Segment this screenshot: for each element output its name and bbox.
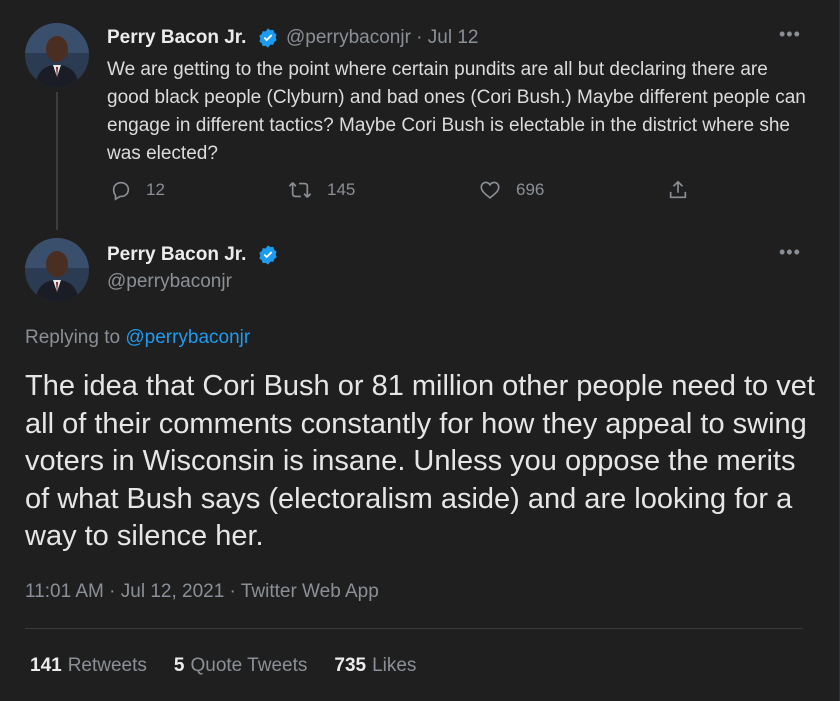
replying-prefix: Replying to (25, 327, 121, 348)
quote-tweets-label: Quote Tweets (190, 655, 308, 676)
reply-icon (112, 181, 130, 201)
tweet-text: We are getting to the point where certai… (107, 59, 806, 164)
avatar-image (25, 23, 89, 87)
replying-mention-link[interactable]: @perrybaconjr (125, 327, 250, 348)
tweet-text: The idea that Cori Bush or 81 million ot… (25, 370, 815, 552)
retweet-icon (288, 182, 312, 198)
heart-icon (480, 181, 500, 199)
share-button[interactable] (667, 176, 703, 204)
author-name[interactable]: Perry Bacon Jr. (107, 27, 246, 49)
author-handle[interactable]: @perrybaconjr (107, 271, 232, 293)
reply-button[interactable]: 12 (110, 176, 165, 204)
handle-and-date[interactable]: @perrybaconjr · Jul 12 (286, 27, 478, 49)
more-horizontal-icon[interactable]: ••• (779, 242, 801, 263)
likes-stat[interactable]: 735 Likes (334, 655, 416, 677)
divider (25, 628, 803, 629)
retweet-button[interactable]: 145 (287, 176, 355, 204)
author-name[interactable]: Perry Bacon Jr. (107, 244, 246, 266)
retweets-count: 141 (30, 655, 62, 676)
replying-to: Replying to @perrybaconjr (25, 327, 250, 349)
retweet-count: 145 (327, 180, 356, 199)
verified-badge-icon (259, 28, 277, 48)
more-horizontal-icon[interactable]: ••• (779, 24, 801, 45)
quote-tweets-count: 5 (173, 655, 185, 676)
thread-connector-line (56, 92, 58, 230)
tweet-thread-panel: Perry Bacon Jr. @perrybaconjr · Jul 12 •… (0, 0, 840, 701)
avatar-image (25, 238, 89, 302)
share-icon (669, 180, 687, 199)
like-count: 696 (516, 180, 545, 199)
reply-count: 12 (146, 180, 165, 199)
likes-label: Likes (372, 655, 417, 676)
avatar[interactable] (25, 23, 89, 87)
engagement-stats: 141 Retweets 5 Quote Tweets 735 Likes (30, 655, 443, 677)
quote-tweets-stat[interactable]: 5 Quote Tweets (174, 655, 307, 677)
like-button[interactable]: 696 (478, 176, 544, 204)
likes-count: 735 (334, 655, 367, 676)
retweets-label: Retweets (67, 655, 147, 676)
retweets-stat[interactable]: 141 Retweets (30, 655, 147, 677)
avatar[interactable] (25, 238, 89, 302)
verified-badge-icon (259, 245, 277, 265)
tweet-timestamp-source[interactable]: 11:01 AM · Jul 12, 2021 · Twitter Web Ap… (25, 581, 379, 603)
